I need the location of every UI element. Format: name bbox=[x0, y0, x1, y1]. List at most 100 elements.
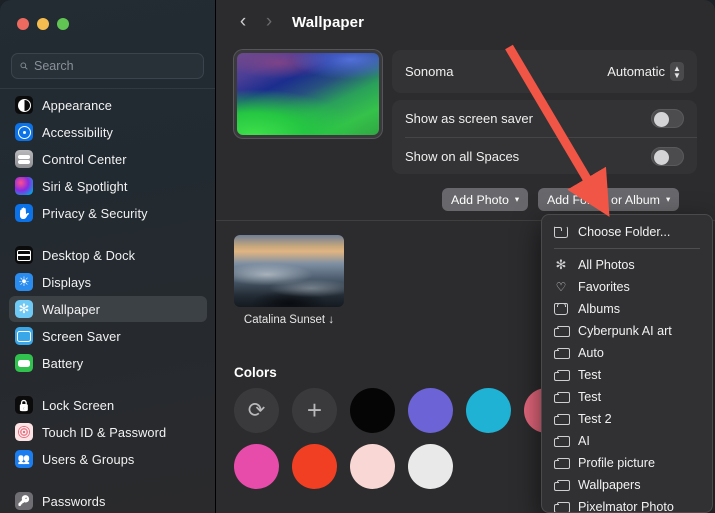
toggle-switch[interactable] bbox=[651, 147, 684, 166]
menu-item-label: Pixelmator Photo bbox=[578, 500, 674, 513]
folder-icon bbox=[554, 225, 568, 239]
minimize-button[interactable] bbox=[37, 18, 49, 30]
color-swatch[interactable] bbox=[350, 388, 395, 433]
sidebar-item-label: Desktop & Dock bbox=[42, 247, 136, 263]
search-icon bbox=[20, 62, 28, 70]
menu-item-profile-picture[interactable]: Profile picture bbox=[547, 452, 707, 474]
privacy-icon bbox=[15, 204, 33, 222]
photos-icon: ✻ bbox=[555, 257, 567, 272]
sidebar-item-users-groups[interactable]: Users & Groups bbox=[9, 446, 207, 472]
wallpaper-preview[interactable] bbox=[234, 50, 382, 138]
colors-section-title: Colors bbox=[234, 365, 277, 380]
menu-item-test-2[interactable]: Test 2 bbox=[547, 408, 707, 430]
sidebar-item-label: Appearance bbox=[42, 97, 113, 113]
sidebar-item-desktop-dock[interactable]: Desktop & Dock bbox=[9, 242, 207, 268]
menu-item-label: Favorites bbox=[578, 280, 630, 294]
color-swatch[interactable] bbox=[408, 388, 453, 433]
color-swatch[interactable] bbox=[350, 444, 395, 489]
menu-item-test[interactable]: Test bbox=[547, 364, 707, 386]
menu-item-favorites[interactable]: ♡ Favorites bbox=[547, 276, 707, 298]
menu-item-label: Test 2 bbox=[578, 412, 612, 426]
sidebar-item-passwords[interactable]: Passwords bbox=[9, 488, 207, 513]
folders-icon bbox=[554, 456, 570, 470]
sidebar-item-privacy-security[interactable]: Privacy & Security bbox=[9, 200, 207, 226]
menu-item-auto[interactable]: Auto bbox=[547, 342, 707, 364]
folders-icon bbox=[554, 324, 570, 338]
chevron-right-icon[interactable]: › bbox=[256, 9, 282, 35]
battery-icon bbox=[15, 354, 33, 372]
sidebar-item-label: Privacy & Security bbox=[42, 205, 148, 221]
folders-icon bbox=[554, 500, 570, 512]
sidebar-item-displays[interactable]: Displays bbox=[9, 269, 207, 295]
sidebar-item-siri-spotlight[interactable]: Siri & Spotlight bbox=[9, 173, 207, 199]
wallpaper-thumbnail-item[interactable]: Catalina Sunset ↓ bbox=[234, 235, 344, 326]
touch-id-icon bbox=[15, 423, 33, 441]
album-icon bbox=[554, 302, 568, 316]
sonoma-value-control[interactable]: Automatic ▲ ▼ bbox=[607, 62, 684, 81]
option-row: Show on all Spaces bbox=[392, 138, 697, 175]
sidebar-divider bbox=[0, 88, 215, 89]
search-input[interactable] bbox=[34, 59, 195, 73]
menu-item-label: Test bbox=[578, 390, 602, 404]
color-swatch[interactable] bbox=[408, 444, 453, 489]
chevron-left-icon[interactable]: ‹ bbox=[230, 9, 256, 35]
stepper-up-down-icon[interactable]: ▲ ▼ bbox=[670, 62, 684, 81]
accessibility-icon bbox=[15, 123, 33, 141]
sonoma-row[interactable]: Sonoma Automatic ▲ ▼ bbox=[392, 50, 697, 93]
menu-item-cyberpunk-ai-art[interactable]: Cyberpunk AI art bbox=[547, 320, 707, 342]
sidebar-item-lock-screen[interactable]: Lock Screen bbox=[9, 392, 207, 418]
sidebar-item-label: Screen Saver bbox=[42, 328, 121, 344]
color-swatch[interactable] bbox=[292, 444, 337, 489]
folders-icon bbox=[554, 368, 570, 382]
color-swatch[interactable] bbox=[234, 444, 279, 489]
zoom-button[interactable] bbox=[57, 18, 69, 30]
add-photo-button[interactable]: Add Photo ▾ bbox=[442, 188, 529, 211]
folders-icon bbox=[554, 346, 570, 360]
search-field[interactable] bbox=[11, 53, 204, 79]
wallpaper-icon bbox=[15, 300, 33, 318]
sidebar-item-label: Accessibility bbox=[42, 124, 113, 140]
menu-item-label: AI bbox=[578, 434, 590, 448]
sonoma-value: Automatic bbox=[607, 64, 665, 79]
chevron-down-icon: ▾ bbox=[665, 194, 671, 204]
add-folder-or-album-button[interactable]: Add Folder or Album ▾ bbox=[538, 188, 680, 211]
catalina-sunset-thumbnail[interactable] bbox=[234, 235, 344, 307]
close-button[interactable] bbox=[17, 18, 29, 30]
pane-toolbar: ‹ › Wallpaper bbox=[216, 0, 715, 44]
download-icon[interactable]: ↓ bbox=[328, 314, 334, 326]
menu-item-label: Cyberpunk AI art bbox=[578, 324, 672, 338]
thumbnail-title: Catalina Sunset bbox=[243, 314, 326, 326]
sidebar-item-control-center[interactable]: Control Center bbox=[9, 146, 207, 172]
lock-screen-icon bbox=[15, 396, 33, 414]
menu-item-albums[interactable]: Albums bbox=[547, 298, 707, 320]
passwords-icon bbox=[15, 492, 33, 510]
system-settings-window: Appearance Accessibility Control Center Sir… bbox=[0, 0, 715, 513]
menu-item-wallpapers[interactable]: Wallpapers bbox=[547, 474, 707, 496]
color-swatch[interactable] bbox=[466, 388, 511, 433]
menu-item-choose-folder[interactable]: Choose Folder... bbox=[547, 221, 707, 243]
add-folder-or-album-menu: Choose Folder... ✻ All Photos ♡ Favorites Alb… bbox=[541, 214, 713, 513]
sidebar-item-touch-id-password[interactable]: Touch ID & Password bbox=[9, 419, 207, 445]
menu-item-test[interactable]: Test bbox=[547, 386, 707, 408]
option-row: Show as screen saver bbox=[392, 100, 697, 137]
folders-icon bbox=[554, 412, 570, 426]
menu-item-ai[interactable]: AI bbox=[547, 430, 707, 452]
sidebar-item-accessibility[interactable]: Accessibility bbox=[9, 119, 207, 145]
desktop-dock-icon bbox=[15, 246, 33, 264]
window-traffic-lights bbox=[17, 18, 69, 30]
menu-item-label: Albums bbox=[578, 302, 620, 316]
folders-icon bbox=[554, 434, 570, 448]
sidebar-item-screen-saver[interactable]: Screen Saver bbox=[9, 323, 207, 349]
menu-item-all-photos[interactable]: ✻ All Photos bbox=[547, 254, 707, 276]
add-color-button[interactable]: + bbox=[292, 388, 337, 433]
sidebar-nav: Appearance Accessibility Control Center Sir… bbox=[0, 91, 215, 513]
appearance-icon bbox=[15, 96, 33, 114]
sidebar-item-wallpaper[interactable]: Wallpaper bbox=[9, 296, 207, 322]
sidebar-item-battery[interactable]: Battery bbox=[9, 350, 207, 376]
menu-item-pixelmator-photo[interactable]: Pixelmator Photo bbox=[547, 496, 707, 513]
sidebar-item-appearance[interactable]: Appearance bbox=[9, 92, 207, 118]
shuffle-colors-button[interactable]: ⟳ bbox=[234, 388, 279, 433]
toggle-switch[interactable] bbox=[651, 109, 684, 128]
